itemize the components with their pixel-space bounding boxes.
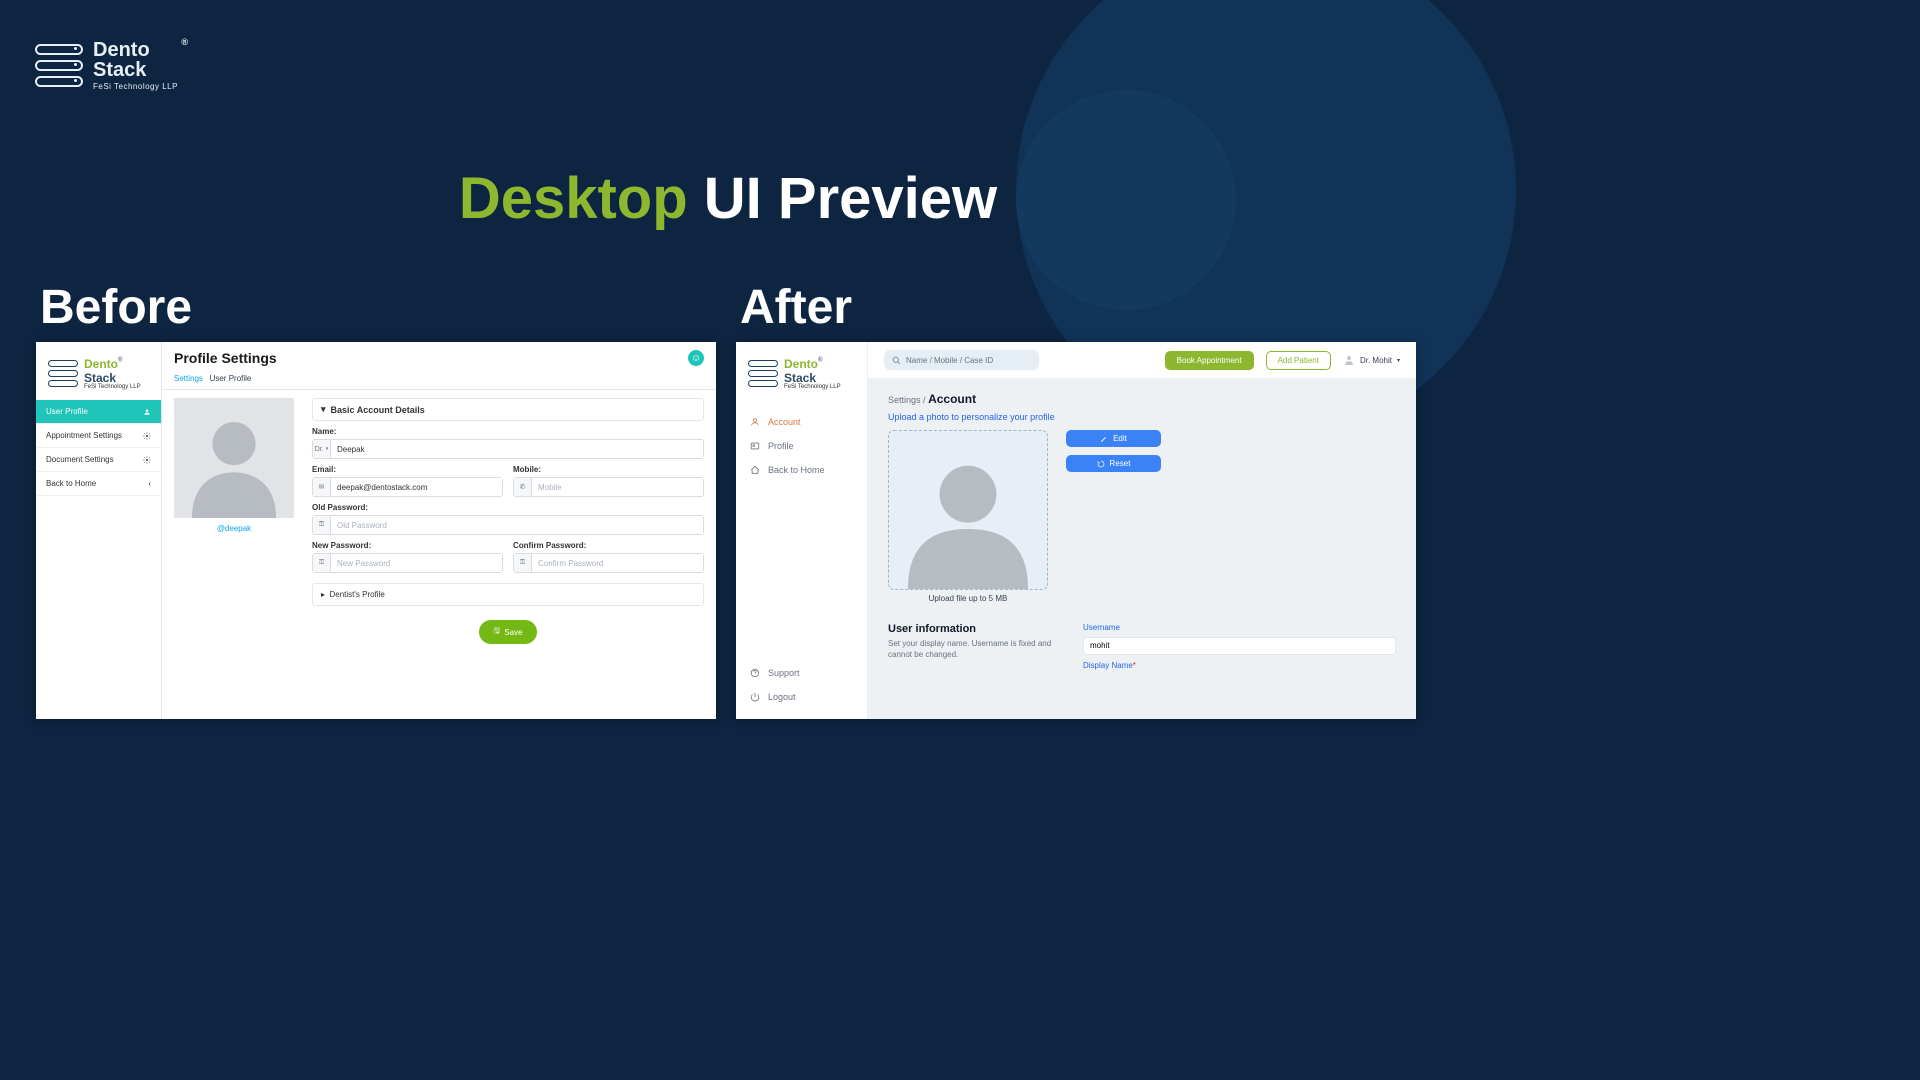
nav-profile[interactable]: Profile <box>736 434 867 458</box>
help-icon <box>750 668 760 678</box>
accordion-basic[interactable]: ▾ Basic Account Details <box>312 398 704 421</box>
newpwd-field[interactable] <box>331 554 502 572</box>
mail-icon: ✉ <box>313 478 331 496</box>
username-field[interactable] <box>1083 637 1396 655</box>
nav-user-profile[interactable]: User Profile <box>36 400 161 424</box>
user-icon <box>143 408 151 416</box>
breadcrumb: Settings / Account <box>888 392 1396 406</box>
gear-icon <box>143 456 151 464</box>
brand-logo: Dento® Stack FeSi Technology LLP <box>35 40 178 91</box>
confpwd-input[interactable]: ⚿ <box>513 553 704 573</box>
oldpwd-label: Old Password: <box>312 503 704 512</box>
name-label: Name: <box>312 427 704 436</box>
avatar <box>174 398 294 518</box>
book-appointment-button[interactable]: Book Appointment <box>1165 351 1254 370</box>
reset-icon <box>1097 460 1105 468</box>
save-button[interactable]: 🖫 Save <box>479 620 536 644</box>
home-icon <box>750 465 760 475</box>
prefix-select[interactable]: Dr. <box>313 440 331 458</box>
name-input[interactable]: Dr. <box>312 439 704 459</box>
power-icon <box>750 692 760 702</box>
userinfo-title: User information <box>888 623 1053 635</box>
newpwd-label: New Password: <box>312 541 503 550</box>
user-menu[interactable]: Dr. Mohit ▾ <box>1343 354 1400 366</box>
help-icon[interactable]: ☺ <box>688 350 704 366</box>
search-icon <box>892 356 901 365</box>
search-input[interactable]: Name / Mobile / Case ID <box>884 350 1039 370</box>
reset-button[interactable]: Reset <box>1066 455 1161 472</box>
edit-button[interactable]: Edit <box>1066 430 1161 447</box>
name-field[interactable] <box>331 440 703 458</box>
confpwd-field[interactable] <box>532 554 703 572</box>
page-title: Profile Settings <box>174 350 277 366</box>
nav-back-home[interactable]: Back to Home <box>736 458 867 482</box>
gear-icon <box>143 432 151 440</box>
email-label: Email: <box>312 465 503 474</box>
upload-dropzone[interactable] <box>888 430 1048 590</box>
avatar-username: @deepak <box>174 524 294 533</box>
avatar-icon <box>1343 354 1355 366</box>
accordion-dentist[interactable]: ▸ Dentist's Profile <box>312 583 704 606</box>
key-icon: ⚿ <box>313 554 331 572</box>
before-panel: Dento® Stack FeSi Technology LLP User Pr… <box>36 342 716 719</box>
userinfo-desc: Set your display name. Username is fixed… <box>888 638 1053 660</box>
key-icon: ⚿ <box>313 516 331 534</box>
label-after: After <box>740 280 852 335</box>
breadcrumb: Settings User Profile <box>162 372 716 390</box>
page-headline: Desktop UI Preview <box>0 165 1456 232</box>
nav-support[interactable]: Support <box>736 661 867 685</box>
caret-right-icon: ▸ <box>321 590 325 599</box>
email-input[interactable]: ✉ <box>312 477 503 497</box>
newpwd-input[interactable]: ⚿ <box>312 553 503 573</box>
mobile-input[interactable]: ✆ <box>513 477 704 497</box>
username-label: Username <box>1083 623 1396 632</box>
label-before: Before <box>40 280 192 335</box>
confpwd-label: Confirm Password: <box>513 541 704 550</box>
upload-hint: Upload a photo to personalize your profi… <box>888 412 1396 422</box>
after-logo: Dento® Stack FeSi Technology LLP <box>736 342 867 400</box>
displayname-label: Display Name* <box>1083 661 1396 670</box>
nav-account[interactable]: Account <box>736 410 867 434</box>
mobile-field[interactable] <box>532 478 703 496</box>
upload-caption: Upload file up to 5 MB <box>888 594 1048 603</box>
nav-document-settings[interactable]: Document Settings <box>36 448 161 472</box>
phone-icon: ✆ <box>514 478 532 496</box>
key-icon: ⚿ <box>514 554 532 572</box>
oldpwd-input[interactable]: ⚿ <box>312 515 704 535</box>
save-icon: 🖫 <box>493 625 500 639</box>
before-logo: Dento® Stack FeSi Technology LLP <box>36 342 161 400</box>
after-panel: Dento® Stack FeSi Technology LLP Account… <box>736 342 1416 719</box>
chevron-left-icon: ‹ <box>148 479 151 488</box>
nav-back-home[interactable]: Back to Home ‹ <box>36 472 161 496</box>
id-icon <box>750 441 760 451</box>
add-patient-button[interactable]: Add Patient <box>1266 351 1331 370</box>
mobile-label: Mobile: <box>513 465 704 474</box>
caret-down-icon: ▾ <box>321 404 326 415</box>
chevron-down-icon: ▾ <box>1397 357 1400 364</box>
user-icon <box>750 417 760 427</box>
oldpwd-field[interactable] <box>331 516 703 534</box>
nav-appointment-settings[interactable]: Appointment Settings <box>36 424 161 448</box>
email-field[interactable] <box>331 478 502 496</box>
nav-logout[interactable]: Logout <box>736 685 867 709</box>
pencil-icon <box>1100 435 1108 443</box>
